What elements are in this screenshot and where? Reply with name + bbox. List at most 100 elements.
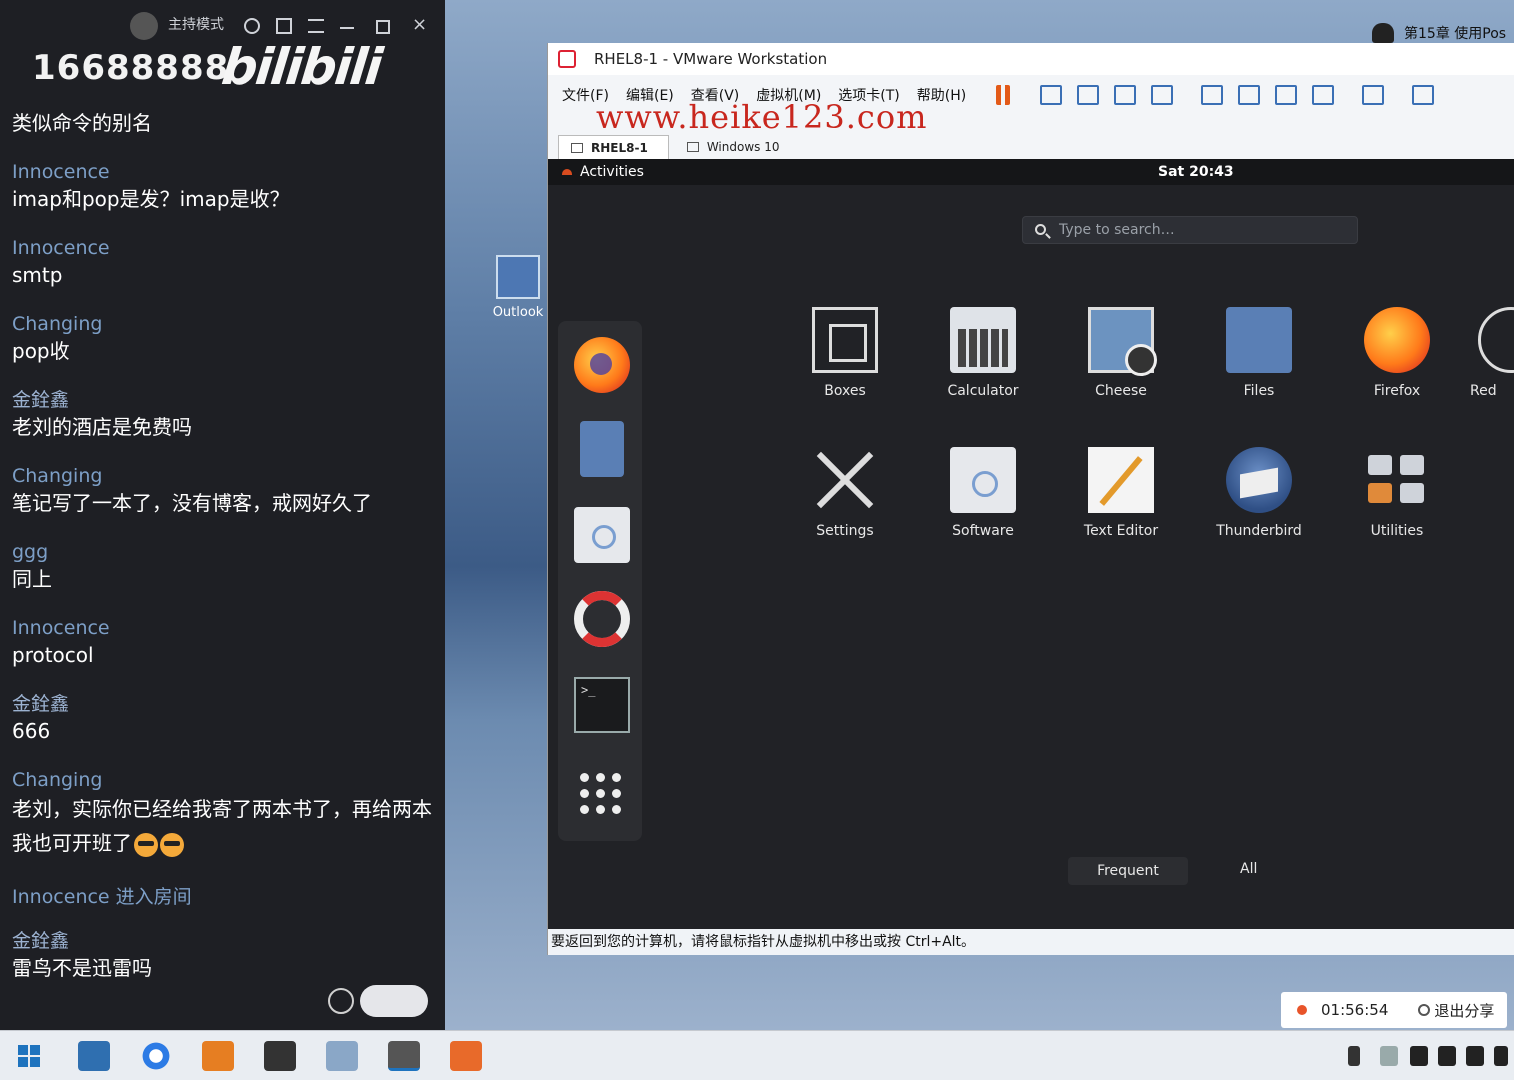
message-text: pop收: [12, 339, 70, 363]
message-username[interactable]: 金銓鑫: [12, 692, 432, 716]
host-mode-label[interactable]: 主持模式: [168, 14, 224, 34]
chat-message: 金銓鑫 老刘的酒店是免费吗: [12, 388, 432, 442]
pen-tool-icon[interactable]: [326, 1041, 358, 1071]
tab-all[interactable]: All: [1240, 861, 1257, 877]
app-label: Utilities: [1370, 523, 1424, 539]
search-icon: [1035, 224, 1046, 235]
library-icon[interactable]: [1201, 85, 1224, 105]
message-text: 老刘的酒店是免费吗: [12, 415, 192, 439]
message-username[interactable]: ggg: [12, 540, 432, 564]
message-username[interactable]: Changing: [12, 312, 432, 336]
app-firefox[interactable]: Firefox: [1342, 307, 1452, 399]
send-button[interactable]: [360, 985, 428, 1017]
media-icon[interactable]: [264, 1041, 296, 1071]
clock[interactable]: Sat 20:43: [1158, 164, 1234, 180]
power-icon: [1418, 1004, 1431, 1016]
unity-icon[interactable]: [1312, 85, 1335, 105]
window-titlebar[interactable]: RHEL8-1 - VMware Workstation: [548, 43, 1514, 75]
search-input[interactable]: Type to search…: [1022, 216, 1358, 244]
app-taskbar-icon[interactable]: [450, 1041, 482, 1071]
close-icon[interactable]: ×: [412, 14, 427, 35]
revert-snapshot-icon[interactable]: [1114, 85, 1137, 105]
message-username[interactable]: Changing: [12, 768, 432, 792]
app-software[interactable]: Software: [928, 447, 1038, 539]
chat-message: ggg 同上: [12, 540, 432, 594]
boxes-icon: [812, 307, 878, 373]
terminal-taskbar-icon[interactable]: [388, 1041, 420, 1071]
snapshot-icon[interactable]: [1077, 85, 1100, 105]
app-boxes[interactable]: Boxes: [790, 307, 900, 399]
message-username[interactable]: 金銓鑫: [12, 388, 432, 412]
activities-button[interactable]: Activities: [562, 164, 644, 180]
status-bar: 要返回到您的计算机，请将鼠标指针从虚拟机中移出或按 Ctrl+Alt。: [548, 929, 1514, 955]
qq-icon[interactable]: [1410, 1046, 1428, 1066]
tab-rhel8-1[interactable]: RHEL8-1: [558, 135, 669, 159]
message-username[interactable]: 金銓鑫: [12, 929, 432, 953]
tab-windows-10[interactable]: Windows 10: [675, 135, 800, 159]
snapshot-manager-icon[interactable]: [1151, 85, 1174, 105]
app-label: Calculator: [947, 383, 1019, 399]
tray-app-icon[interactable]: [1380, 1046, 1398, 1066]
vmware-logo-icon: [558, 50, 576, 68]
chat-message: Changing 老刘，实际你已经给我寄了两本书了，再给两本我也可开班了: [12, 768, 432, 860]
qq-icon[interactable]: [1466, 1046, 1484, 1066]
software-icon[interactable]: [574, 507, 630, 563]
vm-icon: [571, 142, 583, 153]
screen-share-bar: 01:56:54 退出分享: [1281, 992, 1507, 1028]
message-text: 笔记写了一本了，没有博客，戒网好久了: [12, 491, 372, 515]
console-icon[interactable]: [1362, 85, 1385, 105]
chat-message: Innocence smtp: [12, 236, 432, 290]
red-icon: [1478, 307, 1514, 373]
app-text-editor[interactable]: Text Editor: [1066, 447, 1176, 539]
emoji-picker-icon[interactable]: [328, 988, 354, 1014]
exit-share-button[interactable]: 退出分享: [1434, 1000, 1494, 1021]
message-username[interactable]: Innocence: [12, 616, 432, 640]
maximize-icon[interactable]: [376, 20, 390, 34]
message-username[interactable]: Changing: [12, 464, 432, 488]
microphone-icon[interactable]: [1348, 1046, 1360, 1066]
qq-icon[interactable]: [1494, 1046, 1508, 1066]
send-ctrl-alt-del-icon[interactable]: [1040, 85, 1063, 105]
terminal-icon[interactable]: [574, 677, 630, 733]
app-calculator[interactable]: Calculator: [928, 307, 1038, 399]
guest-screen[interactable]: Activities Sat 20:43 Type to search… Box…: [548, 159, 1514, 929]
app-thunderbird[interactable]: Thunderbird: [1204, 447, 1314, 539]
message-username[interactable]: Innocence: [12, 236, 432, 260]
vmware-taskbar-icon[interactable]: [202, 1041, 234, 1071]
qq-icon[interactable]: [1438, 1046, 1456, 1066]
avatar[interactable]: [130, 12, 158, 40]
calculator-icon: [950, 307, 1016, 373]
menu-icon[interactable]: [308, 19, 324, 33]
popout-icon[interactable]: [276, 18, 292, 34]
browser-icon[interactable]: [140, 1041, 172, 1071]
app-utilities[interactable]: Utilities: [1342, 447, 1452, 539]
pause-icon[interactable]: [996, 85, 1011, 105]
windows-start-icon[interactable]: [18, 1045, 40, 1067]
message-text: protocol: [12, 643, 94, 667]
fullscreen-icon[interactable]: [1275, 85, 1298, 105]
app-files[interactable]: Files: [1204, 307, 1314, 399]
chat-message: 金銓鑫 666: [12, 692, 432, 746]
minimize-icon[interactable]: [340, 27, 354, 29]
tab-frequent[interactable]: Frequent: [1068, 857, 1188, 885]
app-label: Files: [1243, 383, 1275, 399]
thumbnail-icon[interactable]: [1238, 85, 1261, 105]
software-icon: [950, 447, 1016, 513]
files-icon[interactable]: [580, 421, 624, 477]
help-icon[interactable]: [574, 591, 630, 647]
stretch-icon[interactable]: [1412, 85, 1435, 105]
app-settings[interactable]: Settings: [790, 447, 900, 539]
app-red[interactable]: Red: [1470, 307, 1514, 399]
message-username[interactable]: Innocence: [12, 160, 432, 184]
show-applications-icon[interactable]: [574, 767, 630, 823]
room-id: 16688888: [32, 48, 230, 88]
thunderbird-icon: [1226, 447, 1292, 513]
bilibili-logo: bilibili: [218, 38, 384, 96]
app-cheese[interactable]: Cheese: [1066, 307, 1176, 399]
desktop-shortcut[interactable]: Outlook: [490, 255, 546, 335]
firefox-icon[interactable]: [574, 337, 630, 393]
file-explorer-icon[interactable]: [78, 1041, 110, 1071]
app-label: Text Editor: [1083, 523, 1159, 539]
app-label: Firefox: [1373, 383, 1421, 399]
settings-icon[interactable]: [244, 18, 260, 34]
